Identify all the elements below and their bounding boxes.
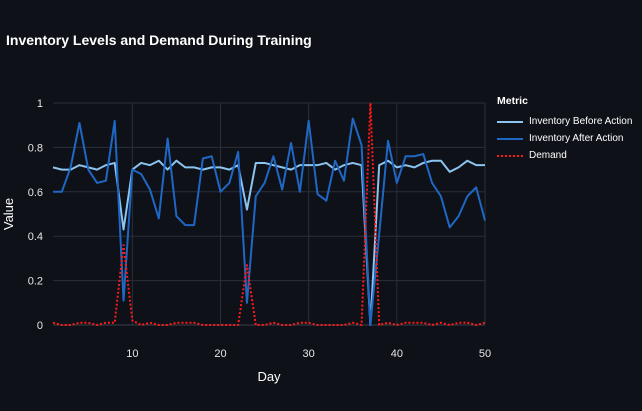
legend-swatch-inventory-after (497, 137, 523, 140)
legend-swatch-inventory-before (497, 120, 523, 123)
legend-label-demand: Demand (529, 150, 567, 161)
x-tick-label: 10 (126, 348, 138, 360)
y-tick-label: 0 (37, 320, 43, 332)
y-tick-label: 0.4 (28, 231, 43, 243)
x-tick-label: 50 (479, 348, 491, 360)
y-tick-label: 0.8 (28, 142, 43, 154)
y-tick-label: 0.2 (28, 276, 43, 288)
series-line-inventory-after-action (53, 117, 486, 326)
x-tick-label: 30 (303, 348, 315, 360)
line-chart-svg: 0 0.2 0.4 0.6 0.8 1 10 20 30 40 50 Day Value (1, 98, 491, 384)
y-tick-label: 1 (37, 98, 43, 110)
legend-title: Metric (497, 95, 528, 107)
legend-item-demand[interactable]: Demand (497, 147, 642, 164)
y-tick-label: 0.6 (28, 187, 43, 199)
series-line-demand (52, 102, 486, 326)
x-tick-label: 40 (391, 348, 403, 360)
legend-item-inventory-before[interactable]: Inventory Before Action (497, 113, 642, 130)
x-axis-label: Day (257, 369, 281, 384)
x-tick-label: 20 (214, 348, 226, 360)
legend-label-inventory-before: Inventory Before Action (529, 116, 633, 127)
legend-label-inventory-after: Inventory After Action (529, 133, 624, 144)
legend-swatch-demand (497, 154, 523, 157)
legend-item-inventory-after[interactable]: Inventory After Action (497, 130, 642, 147)
y-axis-label: Value (1, 198, 16, 230)
chart-frame: Inventory Levels and Demand During Train… (0, 0, 642, 411)
legend: Metric Inventory Before Action Inventory… (497, 95, 642, 164)
